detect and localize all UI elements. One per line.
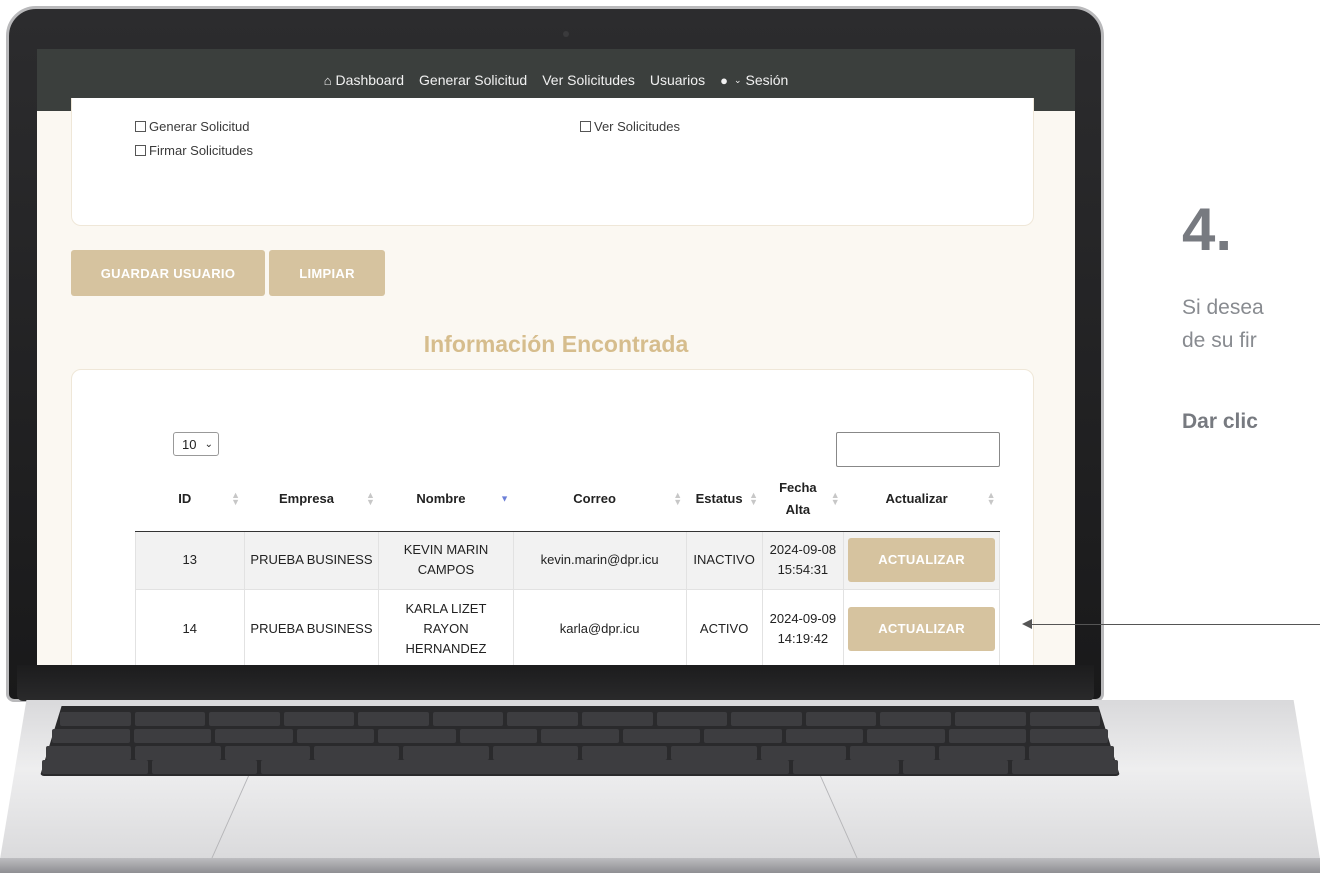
app-screen: ⌂ Dashboard Generar Solicitud Ver Solici…	[37, 49, 1075, 665]
cell-actualizar: ACTUALIZAR	[843, 530, 1000, 590]
step-number: 4.	[1182, 196, 1233, 263]
keyboard-row	[52, 729, 1108, 743]
results-title: Información Encontrada	[423, 331, 689, 357]
chevron-down-icon: ⌄	[733, 74, 742, 85]
step-description-line: Si desea	[1182, 296, 1264, 319]
column-header-label: Actualizar	[885, 491, 948, 507]
checkbox-firmar-solicitudes[interactable]: Firmar Solicitudes	[135, 143, 253, 158]
camera-icon	[563, 31, 569, 37]
table-row: 14 PRUEBA BUSINESS KARLA LIZET RAYON HER…	[135, 588, 1000, 665]
arrow-left-icon	[1022, 619, 1032, 629]
column-header-label: Empresa	[279, 491, 334, 507]
sort-icon: ▲ ▼	[749, 489, 759, 507]
nav-dashboard-label: Dashboard	[335, 72, 405, 88]
cell-id: 13	[135, 530, 245, 590]
keyboard-row	[60, 712, 1101, 726]
table-search-input[interactable]	[836, 432, 1000, 467]
column-header-empresa[interactable]: Empresa ▲ ▼	[244, 467, 379, 532]
cell-empresa: PRUEBA BUSINESS	[243, 530, 380, 590]
column-header-label: Estatus	[695, 491, 743, 507]
checkbox-generar-solicitud[interactable]: Generar Solicitud	[135, 119, 249, 134]
sort-icon: ▲ ▼	[986, 489, 996, 507]
column-header-label: Nombre	[416, 491, 466, 507]
laptop-bezel-bottom	[17, 665, 1094, 701]
page-length-value: 10	[182, 436, 197, 452]
keyboard-row	[42, 760, 1118, 774]
nav-generar-solicitud[interactable]: Generar Solicitud	[419, 72, 527, 88]
sort-icon: ▲ ▼	[231, 489, 241, 507]
checkbox-label: Firmar Solicitudes	[149, 143, 254, 158]
nav-sesion[interactable]: ● ⌄ Sesión	[720, 72, 788, 88]
update-button[interactable]: ACTUALIZAR	[848, 538, 995, 582]
cell-correo: kevin.marin@dpr.icu	[512, 530, 687, 590]
sort-icon: ▲ ▼	[365, 489, 375, 507]
checkbox-box[interactable]	[135, 121, 146, 132]
home-icon: ⌂	[323, 72, 332, 88]
step-description: Si desea de su fir	[1182, 291, 1264, 357]
nav-sesion-label: Sesión	[745, 72, 789, 88]
nav-dashboard[interactable]: ⌂ Dashboard	[324, 72, 404, 88]
stage: ⌂ Dashboard Generar Solicitud Ver Solici…	[0, 0, 1320, 873]
column-header-actualizar[interactable]: Actualizar ▲ ▼	[843, 467, 1000, 532]
sort-desc-icon: ▼	[500, 493, 510, 504]
column-header-fecha-alta[interactable]: Fecha Alta ▲ ▼	[762, 467, 844, 532]
column-header-label: ID	[178, 491, 192, 507]
cell-nombre: KARLA LIZET RAYON HERNANDEZ	[378, 588, 514, 665]
column-header-label: Correo	[573, 491, 616, 507]
user-icon: ●	[720, 72, 728, 88]
nav-usuarios[interactable]: Usuarios	[650, 72, 705, 88]
checkbox-label: Ver Solicitudes	[594, 119, 680, 134]
cell-nombre: KEVIN MARIN CAMPOS	[378, 530, 514, 590]
cell-actualizar: ACTUALIZAR	[843, 588, 1000, 665]
column-header-correo[interactable]: Correo ▲ ▼	[513, 467, 687, 532]
permissions-card	[71, 98, 1034, 226]
column-header-label: Fecha Alta	[779, 479, 817, 517]
step-call-to-action: Dar clic	[1182, 410, 1258, 433]
cell-correo: karla@dpr.icu	[512, 588, 687, 665]
cell-fecha-alta: 2024-09-09 14:19:42	[761, 588, 845, 665]
page-length-select[interactable]: 10 ⌄	[173, 432, 219, 456]
checkbox-box[interactable]	[580, 121, 591, 132]
table-row: 13 PRUEBA BUSINESS KEVIN MARIN CAMPOS ke…	[135, 530, 1000, 590]
checkbox-box[interactable]	[135, 145, 146, 156]
table-header-row: ID ▲ ▼ Empresa ▲ ▼ Nombre ▼ Correo ▲ ▼ Estatus ▲…	[135, 467, 1000, 532]
nav-ver-solicitudes[interactable]: Ver Solicitudes	[542, 72, 635, 88]
step-description-line: de su fir	[1182, 329, 1257, 352]
column-header-estatus[interactable]: Estatus ▲ ▼	[686, 467, 763, 532]
nav-usuarios-label: Usuarios	[649, 72, 706, 88]
checkbox-label: Generar Solicitud	[149, 119, 250, 134]
nav-generar-solicitud-label: Generar Solicitud	[419, 72, 528, 88]
cell-estatus: ACTIVO	[685, 588, 763, 665]
laptop-base-edge	[0, 858, 1320, 873]
column-header-nombre[interactable]: Nombre ▼	[378, 467, 514, 532]
cell-estatus: INACTIVO	[685, 530, 763, 590]
clear-button[interactable]: LIMPIAR	[269, 250, 385, 296]
checkbox-ver-solicitudes[interactable]: Ver Solicitudes	[580, 119, 680, 134]
save-user-button[interactable]: GUARDAR USUARIO	[71, 250, 265, 296]
column-header-id[interactable]: ID ▲ ▼	[135, 467, 245, 532]
users-table: ID ▲ ▼ Empresa ▲ ▼ Nombre ▼ Correo ▲ ▼ Estatus ▲…	[135, 467, 1000, 665]
cell-fecha-alta: 2024-09-08 15:54:31	[761, 530, 845, 590]
cell-id: 14	[135, 588, 245, 665]
sort-icon: ▲ ▼	[830, 489, 840, 507]
nav-ver-solicitudes-label: Ver Solicitudes	[542, 72, 635, 88]
pointer-arrow-line	[1030, 624, 1320, 625]
update-button[interactable]: ACTUALIZAR	[848, 607, 995, 651]
keyboard-row	[46, 746, 1114, 760]
chevron-down-icon: ⌄	[204, 438, 213, 450]
sort-icon: ▲ ▼	[673, 489, 683, 507]
cell-empresa: PRUEBA BUSINESS	[243, 588, 380, 665]
